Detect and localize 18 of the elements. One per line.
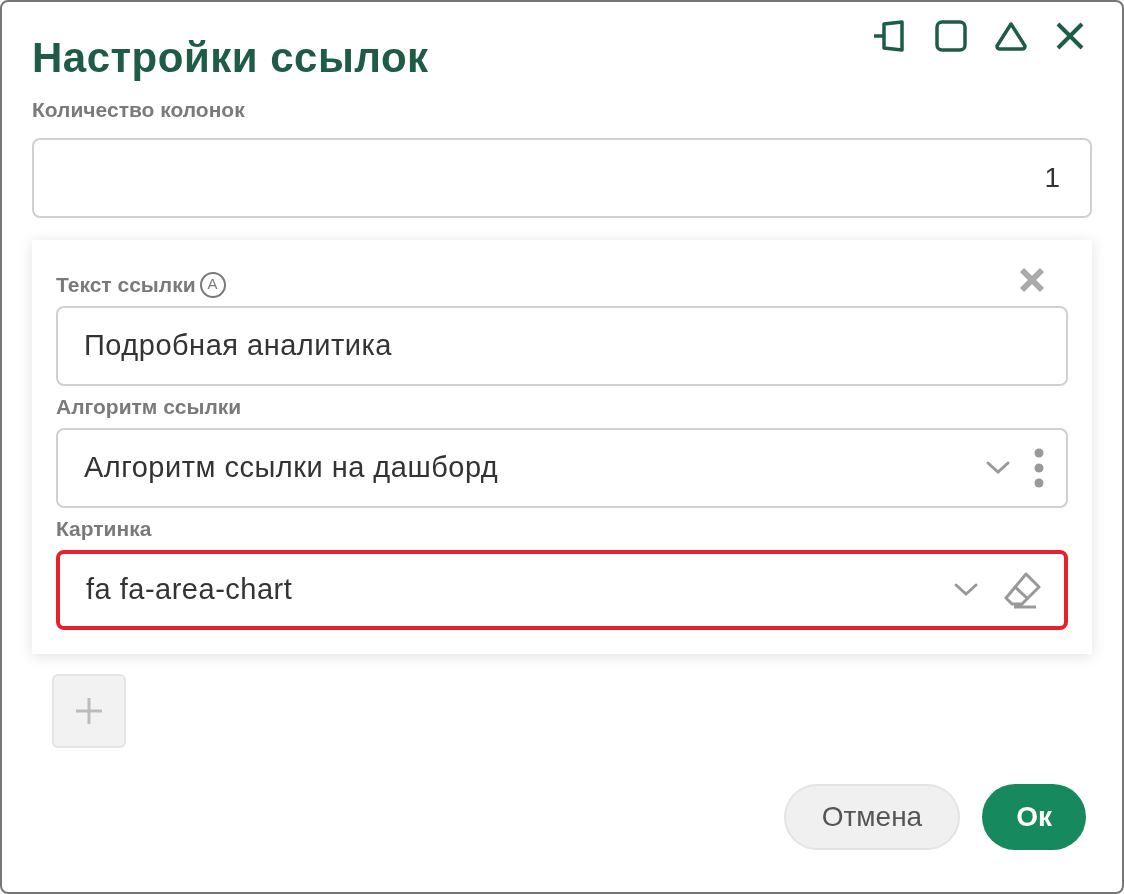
- delete-icon[interactable]: [1018, 265, 1046, 294]
- field-label: Картинка: [56, 515, 152, 542]
- triangle-icon[interactable]: [994, 19, 1028, 53]
- field-label: Текст ссылки: [56, 271, 196, 298]
- number-input-field[interactable]: 1: [32, 137, 1092, 218]
- input-field[interactable]: Подробная аналитика: [56, 305, 1068, 386]
- window-title: Настройки ссылок: [32, 33, 429, 83]
- field-label: Алгоритм ссылки: [56, 393, 242, 420]
- ok-button[interactable]: Ок: [982, 783, 1086, 850]
- cancel-button[interactable]: Отмена: [783, 783, 961, 850]
- field-label: Количество колонок: [32, 97, 246, 123]
- close-icon[interactable]: [1054, 20, 1086, 52]
- input-field[interactable]: Алгоритм ссылки на дашборд: [56, 427, 1068, 508]
- maximize-icon[interactable]: [934, 19, 968, 53]
- input-field[interactable]: fa fa-area-chart: [56, 549, 1068, 630]
- more-vertical-icon[interactable]: [1034, 447, 1044, 488]
- plus-icon: [74, 695, 104, 726]
- auto-badge-icon: A: [199, 271, 226, 298]
